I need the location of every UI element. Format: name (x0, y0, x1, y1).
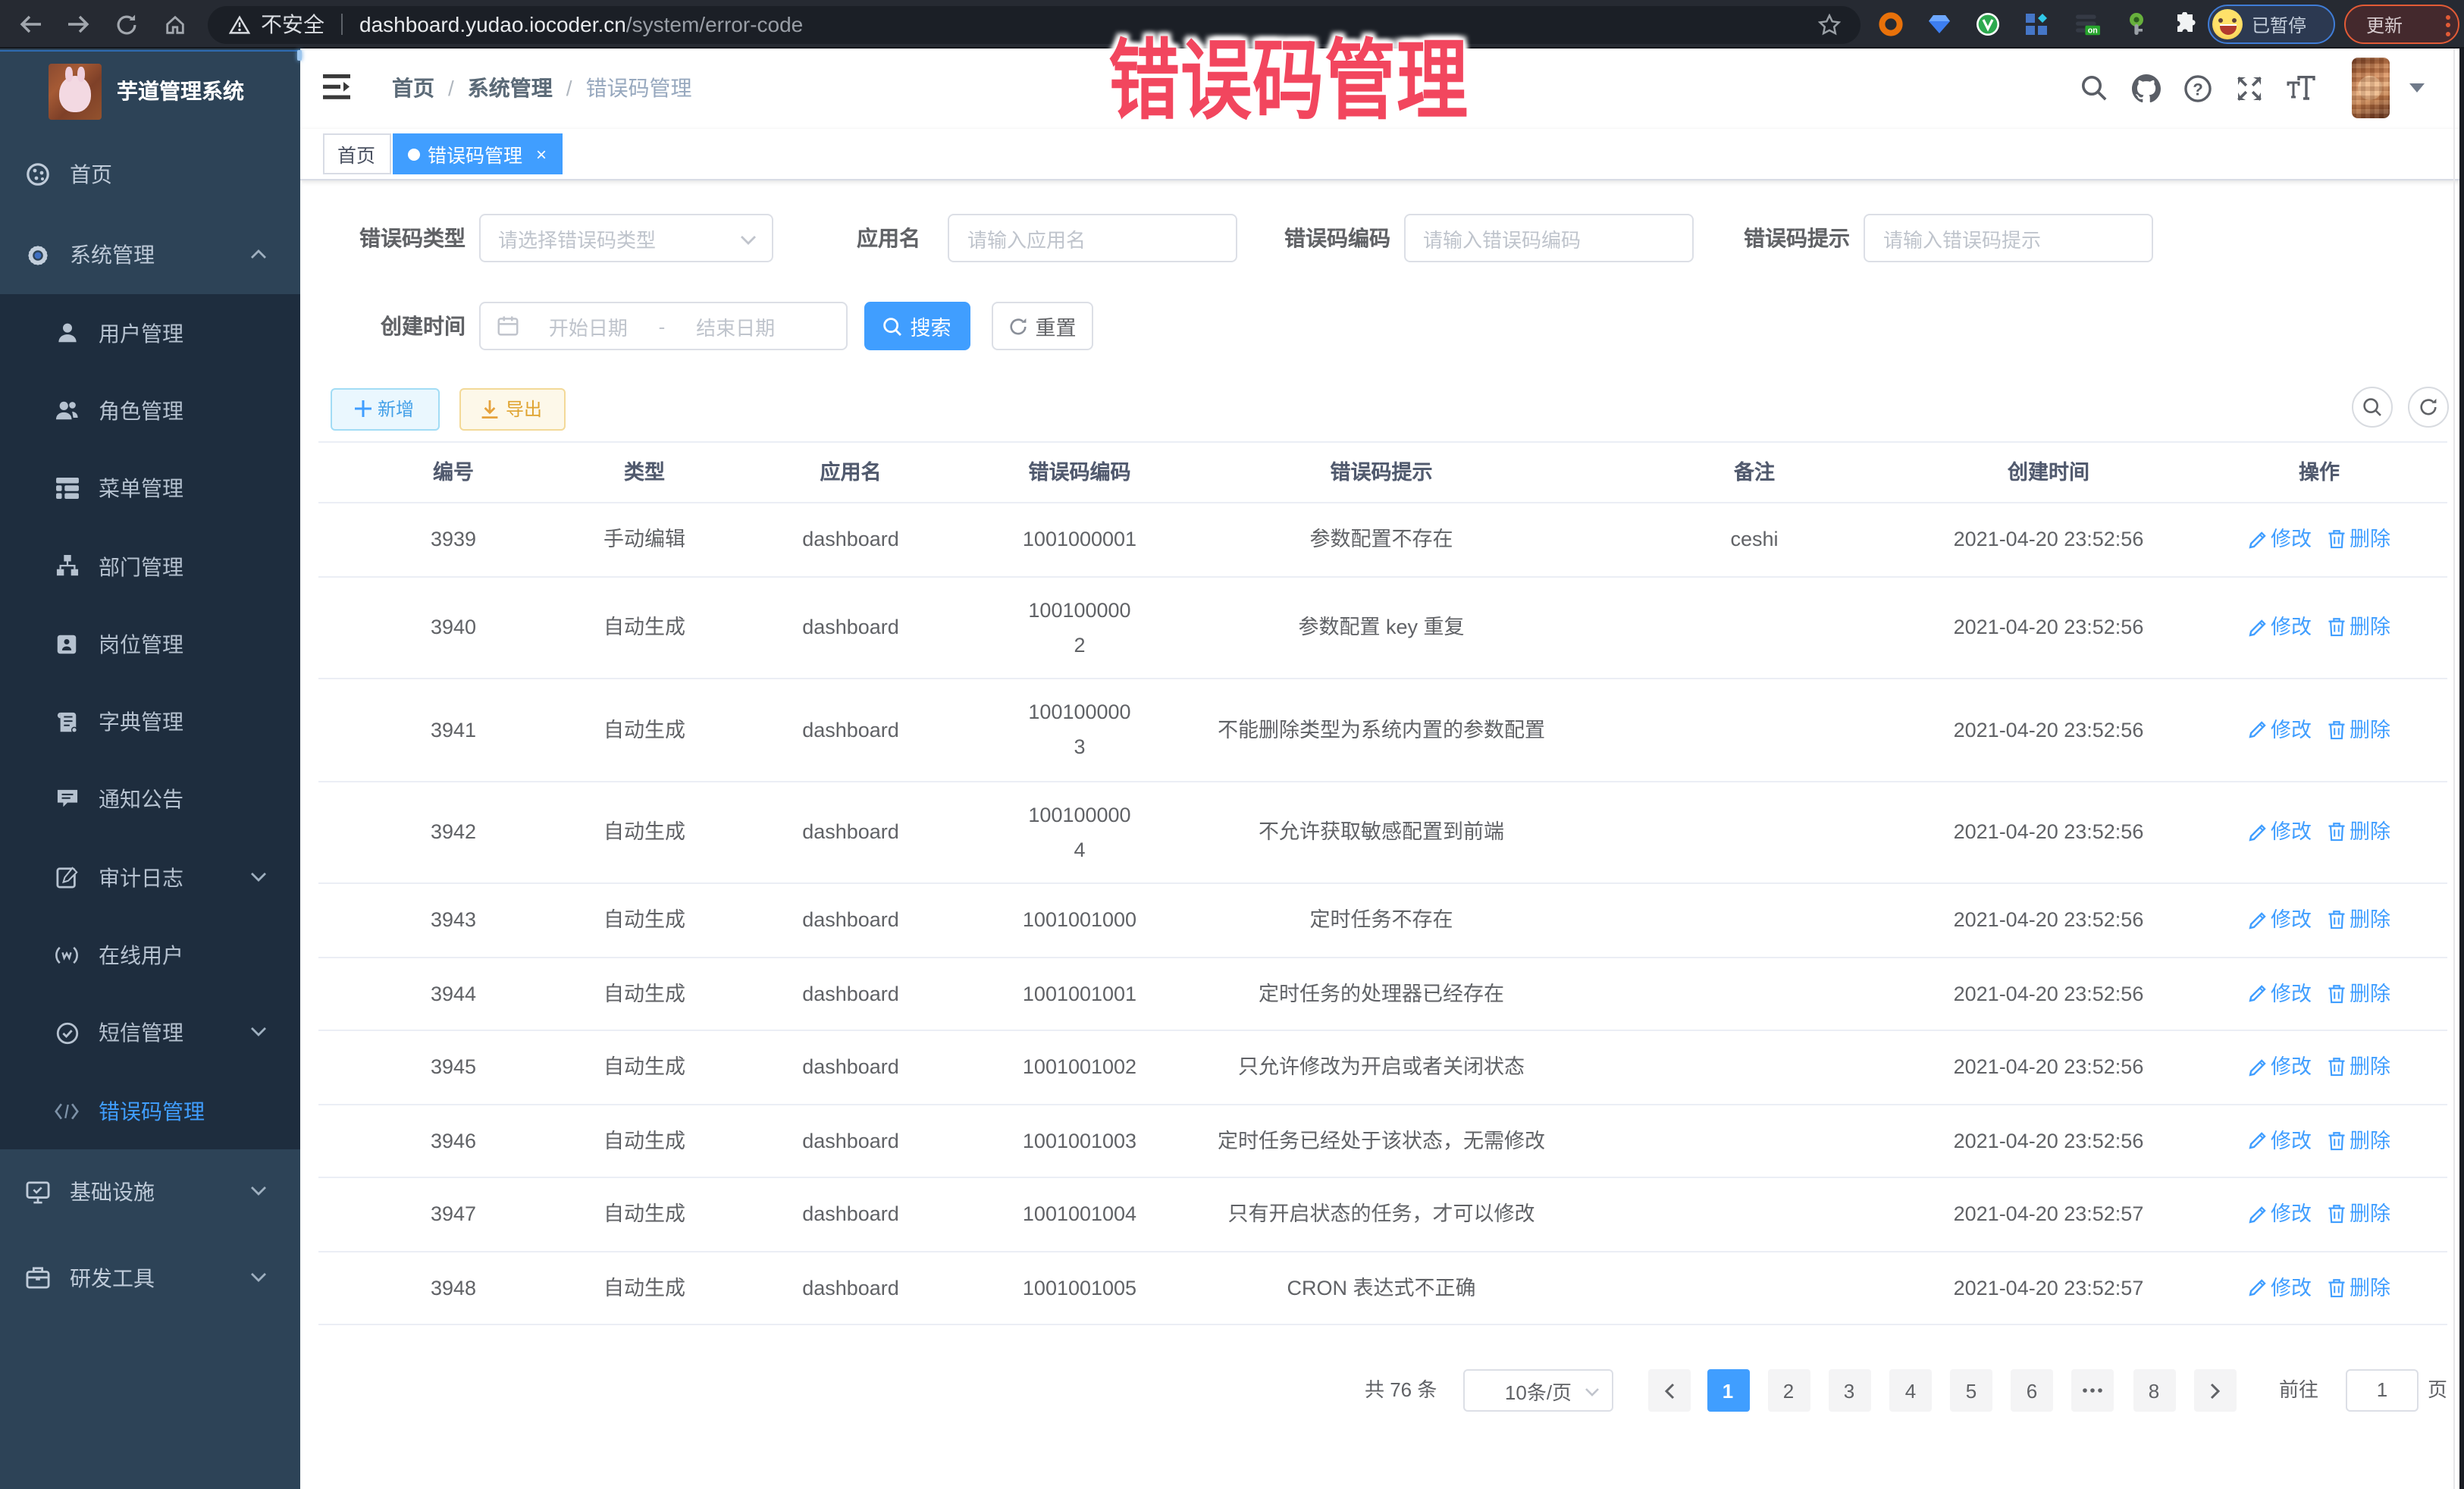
svg-text:on: on (2088, 27, 2098, 36)
svg-text:?: ? (2192, 79, 2202, 98)
